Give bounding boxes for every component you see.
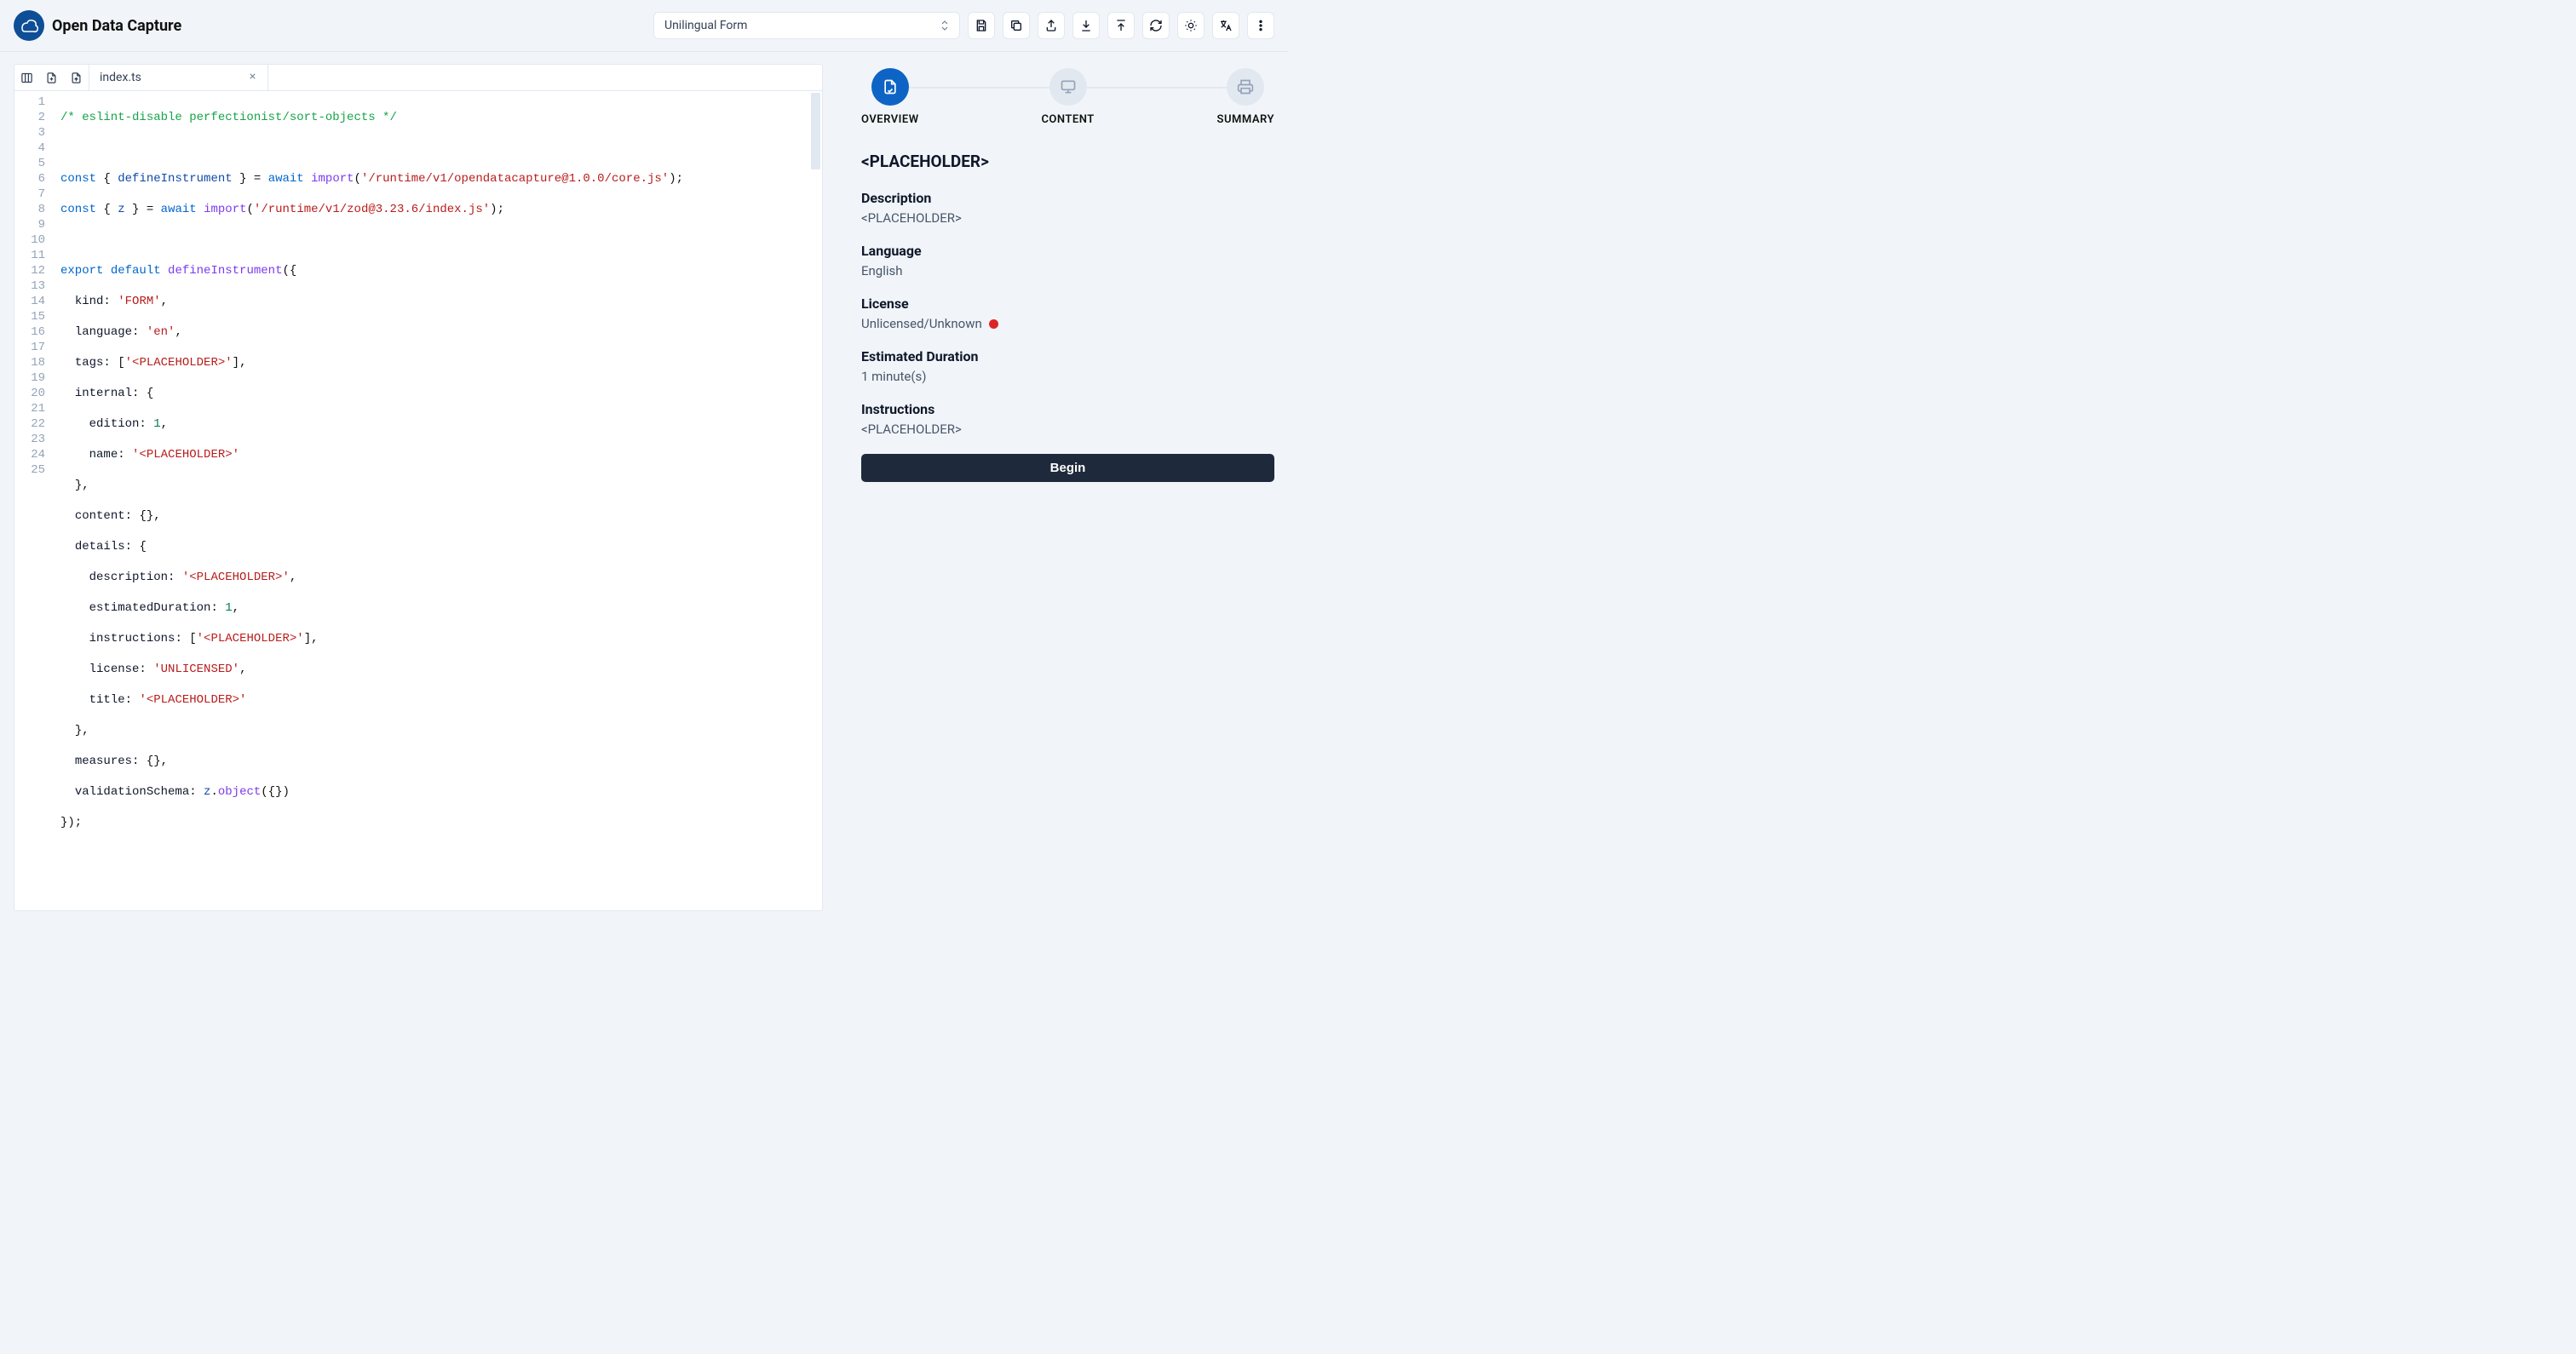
translate-button[interactable] xyxy=(1212,12,1239,39)
file-tab[interactable]: index.ts xyxy=(89,65,268,91)
file-up-button[interactable] xyxy=(64,65,89,91)
header: Open Data Capture Unilingual Form xyxy=(0,0,1288,52)
code-content[interactable]: /* eslint-disable perfectionist/sort-obj… xyxy=(53,91,822,910)
license-label: License xyxy=(861,295,1274,312)
duration-value: 1 minute(s) xyxy=(861,369,1274,384)
close-tab-button[interactable] xyxy=(248,71,257,84)
file-tab-name: index.ts xyxy=(100,71,141,84)
type-select-value: Unilingual Form xyxy=(664,19,747,32)
refresh-button[interactable] xyxy=(1142,12,1170,39)
instructions-value: <PLACEHOLDER> xyxy=(861,422,1274,437)
split-panel-button[interactable] xyxy=(14,65,39,91)
code-area[interactable]: 1234567891011121314151617181920212223242… xyxy=(14,91,822,910)
description-label: Description xyxy=(861,190,1274,206)
side-panel: OVERVIEW CONTENT SUMMARY <PLACEHOLDER> D… xyxy=(823,64,1274,911)
app-title: Open Data Capture xyxy=(52,17,181,35)
more-button[interactable] xyxy=(1247,12,1274,39)
step-content[interactable]: CONTENT xyxy=(1041,68,1094,126)
editor-pane: index.ts 1234567891011121314151617181920… xyxy=(14,64,823,911)
minimap[interactable] xyxy=(811,93,820,169)
type-select[interactable]: Unilingual Form xyxy=(653,12,960,39)
copy-button[interactable] xyxy=(1003,12,1030,39)
instructions-label: Instructions xyxy=(861,401,1274,417)
save-button[interactable] xyxy=(968,12,995,39)
upload-button[interactable] xyxy=(1107,12,1135,39)
new-file-button[interactable] xyxy=(39,65,64,91)
line-gutter: 1234567891011121314151617181920212223242… xyxy=(14,91,53,910)
share-button[interactable] xyxy=(1038,12,1065,39)
panel-title: <PLACEHOLDER> xyxy=(861,152,1274,171)
steps: OVERVIEW CONTENT SUMMARY xyxy=(861,64,1274,126)
document-icon xyxy=(882,78,899,95)
begin-button[interactable]: Begin xyxy=(861,454,1274,482)
theme-button[interactable] xyxy=(1177,12,1205,39)
language-label: Language xyxy=(861,243,1274,259)
monitor-icon xyxy=(1060,78,1077,95)
download-button[interactable] xyxy=(1072,12,1100,39)
warning-icon xyxy=(989,319,998,329)
editor-toolbar: index.ts xyxy=(14,65,822,91)
step-summary[interactable]: SUMMARY xyxy=(1217,68,1274,126)
language-value: English xyxy=(861,263,1274,278)
step-overview[interactable]: OVERVIEW xyxy=(861,68,919,126)
duration-label: Estimated Duration xyxy=(861,348,1274,364)
description-value: <PLACEHOLDER> xyxy=(861,210,1274,226)
printer-icon xyxy=(1237,78,1254,95)
logo xyxy=(14,10,44,41)
license-value: Unlicensed/Unknown xyxy=(861,316,1274,331)
chevron-updown-icon xyxy=(940,20,949,31)
